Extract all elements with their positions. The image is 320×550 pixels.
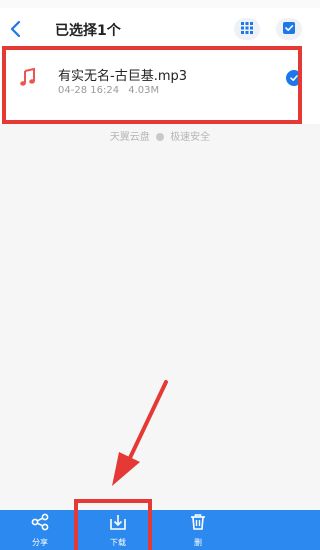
delete-button[interactable]: 删 [180,510,216,550]
share-label: 分享 [32,537,48,547]
share-button[interactable]: 分享 [22,510,58,550]
trash-icon [189,513,207,535]
highlight-annotation-download [74,499,152,550]
share-icon [31,513,49,535]
arrow-annotation [112,380,168,486]
delete-label: 删 [194,537,202,547]
bottom-toolbar: 分享 下载 删 [0,510,320,550]
